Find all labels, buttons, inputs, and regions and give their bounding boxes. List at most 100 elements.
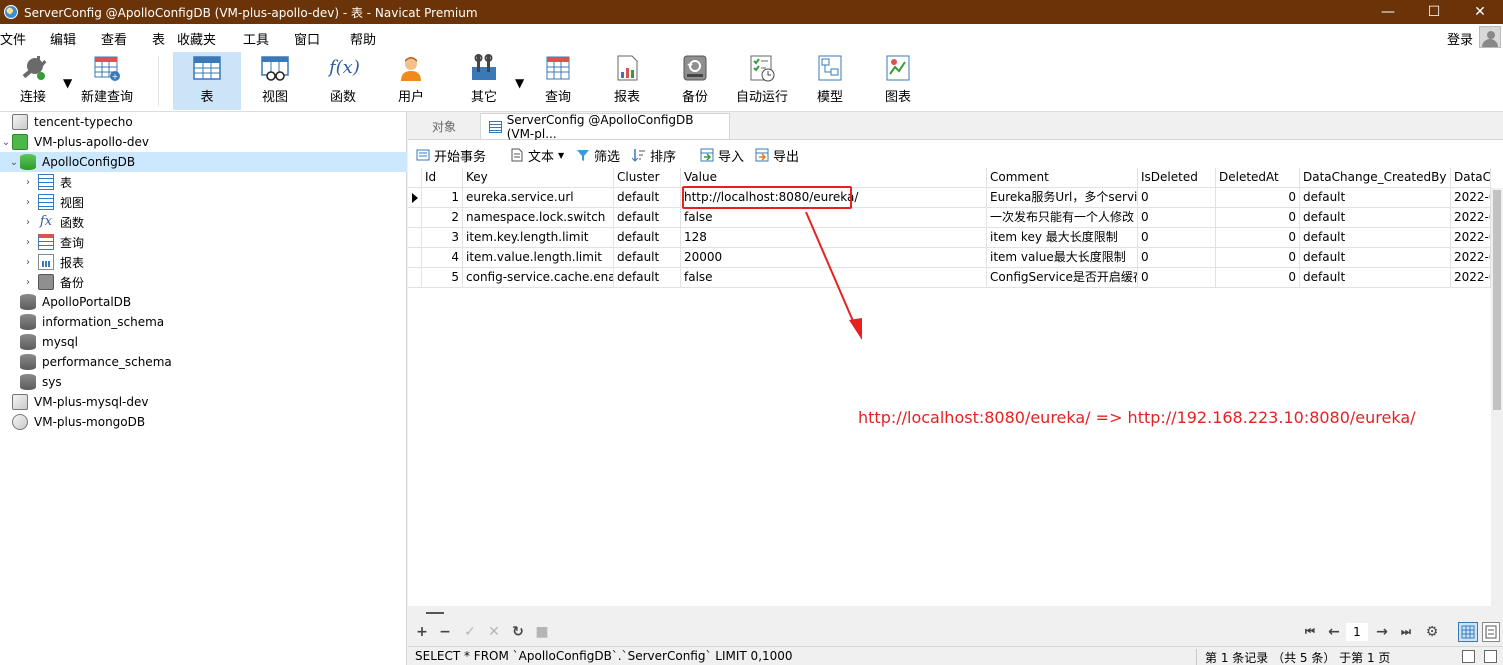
menu-file[interactable]: 文件 bbox=[0, 29, 26, 48]
scrollbar-thumb[interactable] bbox=[1493, 190, 1501, 410]
expand-chevron-icon[interactable]: › bbox=[22, 197, 34, 208]
tree-node-views[interactable]: › 视图 bbox=[0, 192, 407, 212]
apply-changes-button[interactable]: ✓ bbox=[462, 624, 478, 640]
backup-button[interactable]: 备份 bbox=[670, 52, 720, 110]
column-header[interactable]: Value bbox=[681, 168, 987, 188]
cell-isdeleted[interactable]: 0 bbox=[1138, 268, 1216, 288]
panel-left-icon[interactable] bbox=[1462, 650, 1475, 663]
prev-page-button[interactable]: ← bbox=[1326, 624, 1342, 640]
panel-right-icon[interactable] bbox=[1484, 650, 1497, 663]
cell-value[interactable]: 20000 bbox=[681, 248, 987, 268]
row-selector[interactable] bbox=[408, 208, 422, 228]
collapse-chevron-icon[interactable]: ⌄ bbox=[8, 157, 20, 168]
maximize-button[interactable]: ☐ bbox=[1411, 0, 1457, 24]
collapse-chevron-icon[interactable]: ⌄ bbox=[0, 137, 12, 148]
cell-cluster[interactable]: default bbox=[614, 268, 681, 288]
discard-changes-button[interactable]: ✕ bbox=[486, 624, 502, 640]
table-row[interactable]: 5 config-service.cache.enabled default f… bbox=[408, 268, 1503, 288]
cell-id[interactable]: 5 bbox=[422, 268, 463, 288]
cell-key[interactable]: eureka.service.url bbox=[463, 188, 614, 208]
column-header[interactable]: Key bbox=[463, 168, 614, 188]
table-row[interactable]: 3 item.key.length.limit default 128 item… bbox=[408, 228, 1503, 248]
tree-connection-vm-plus-apollo-dev[interactable]: ⌄ VM-plus-apollo-dev bbox=[0, 132, 407, 152]
column-header[interactable]: Cluster bbox=[614, 168, 681, 188]
delete-record-button[interactable]: − bbox=[437, 624, 453, 640]
refresh-button[interactable]: ↻ bbox=[510, 624, 526, 640]
cell-datachange[interactable]: 2022-0 bbox=[1451, 208, 1491, 228]
last-page-button[interactable]: ⏭ bbox=[1398, 624, 1414, 640]
automation-button[interactable]: 自动运行 bbox=[734, 52, 790, 110]
cell-comment[interactable]: item value最大长度限制 bbox=[987, 248, 1138, 268]
column-header[interactable]: DataC bbox=[1451, 168, 1491, 188]
menu-favorites[interactable]: 收藏夹 bbox=[177, 29, 216, 48]
table-row[interactable]: 2 namespace.lock.switch default false 一次… bbox=[408, 208, 1503, 228]
other-button[interactable]: 其它 bbox=[458, 52, 510, 110]
cell-deletedat[interactable]: 0 bbox=[1216, 228, 1300, 248]
cell-cluster[interactable]: default bbox=[614, 228, 681, 248]
tab-objects[interactable]: 对象 bbox=[408, 113, 480, 139]
menu-window[interactable]: 窗口 bbox=[294, 29, 320, 48]
grid-view-button[interactable] bbox=[1458, 622, 1478, 642]
import-button[interactable]: 导入 bbox=[700, 146, 744, 165]
cell-key[interactable]: namespace.lock.switch bbox=[463, 208, 614, 228]
menu-table[interactable]: 表 bbox=[152, 29, 165, 48]
first-page-button[interactable]: ⏮ bbox=[1302, 624, 1318, 640]
stop-button[interactable]: ■ bbox=[534, 624, 550, 640]
tree-db-apolloconfigdb[interactable]: ⌄ ApolloConfigDB bbox=[0, 152, 407, 172]
expand-chevron-icon[interactable]: › bbox=[22, 277, 34, 288]
cell-id[interactable]: 3 bbox=[422, 228, 463, 248]
row-selector[interactable] bbox=[408, 268, 422, 288]
cell-id[interactable]: 4 bbox=[422, 248, 463, 268]
sort-button[interactable]: 排序 bbox=[631, 146, 676, 165]
connect-button[interactable]: 连接 bbox=[10, 52, 56, 110]
cell-comment[interactable]: ConfigService是否开启缓存 bbox=[987, 268, 1138, 288]
tree-db-information-schema[interactable]: information_schema bbox=[0, 312, 407, 332]
export-button[interactable]: 导出 bbox=[755, 146, 799, 165]
tree-node-reports[interactable]: › 报表 bbox=[0, 252, 407, 272]
table-row[interactable]: 4 item.value.length.limit default 20000 … bbox=[408, 248, 1503, 268]
tree-db-performance-schema[interactable]: performance_schema bbox=[0, 352, 407, 372]
expand-chevron-icon[interactable]: › bbox=[22, 217, 34, 228]
minimize-button[interactable]: — bbox=[1365, 0, 1411, 24]
cell-datachange[interactable]: 2022-0 bbox=[1451, 248, 1491, 268]
row-selector[interactable] bbox=[408, 188, 422, 208]
table-row[interactable]: 1 eureka.service.url default http://loca… bbox=[408, 188, 1503, 208]
other-dropdown-icon[interactable]: ▼ bbox=[515, 76, 524, 90]
new-query-button[interactable]: + 新建查询 bbox=[78, 52, 136, 110]
table-button[interactable]: 表 bbox=[173, 52, 241, 110]
menu-help[interactable]: 帮助 bbox=[350, 29, 376, 48]
cell-key[interactable]: config-service.cache.enabled bbox=[463, 268, 614, 288]
tree-node-queries[interactable]: › 查询 bbox=[0, 232, 407, 252]
cell-deletedat[interactable]: 0 bbox=[1216, 248, 1300, 268]
resize-handle[interactable] bbox=[426, 612, 444, 614]
column-header[interactable]: Comment bbox=[987, 168, 1138, 188]
tree-node-backups[interactable]: › 备份 bbox=[0, 272, 407, 292]
tree-connection-vm-plus-mongodb[interactable]: VM-plus-mongoDB bbox=[0, 412, 407, 432]
cell-key[interactable]: item.value.length.limit bbox=[463, 248, 614, 268]
cell-createdby[interactable]: default bbox=[1300, 188, 1451, 208]
cell-createdby[interactable]: default bbox=[1300, 248, 1451, 268]
cell-isdeleted[interactable]: 0 bbox=[1138, 248, 1216, 268]
login-link[interactable]: 登录 bbox=[1447, 29, 1473, 48]
cell-createdby[interactable]: default bbox=[1300, 228, 1451, 248]
menu-edit[interactable]: 编辑 bbox=[50, 29, 76, 48]
row-selector[interactable] bbox=[408, 248, 422, 268]
tree-connection-tencent-typecho[interactable]: tencent-typecho bbox=[0, 112, 407, 132]
function-button[interactable]: f(x) 函数 bbox=[318, 52, 368, 110]
cell-deletedat[interactable]: 0 bbox=[1216, 188, 1300, 208]
user-avatar-icon[interactable] bbox=[1479, 26, 1501, 48]
cell-createdby[interactable]: default bbox=[1300, 268, 1451, 288]
cell-comment[interactable]: 一次发布只能有一个人修改 bbox=[987, 208, 1138, 228]
cell-deletedat[interactable]: 0 bbox=[1216, 208, 1300, 228]
cell-cluster[interactable]: default bbox=[614, 208, 681, 228]
cell-value[interactable]: false bbox=[681, 208, 987, 228]
user-button[interactable]: 用户 bbox=[386, 52, 436, 110]
view-button[interactable]: 视图 bbox=[250, 52, 300, 110]
cell-value[interactable]: false bbox=[681, 268, 987, 288]
tree-node-tables[interactable]: › 表 bbox=[0, 172, 407, 192]
menu-view[interactable]: 查看 bbox=[101, 29, 127, 48]
tree-db-mysql[interactable]: mysql bbox=[0, 332, 407, 352]
cell-deletedat[interactable]: 0 bbox=[1216, 268, 1300, 288]
expand-chevron-icon[interactable]: › bbox=[22, 257, 34, 268]
tree-node-functions[interactable]: › fx 函数 bbox=[0, 212, 407, 232]
